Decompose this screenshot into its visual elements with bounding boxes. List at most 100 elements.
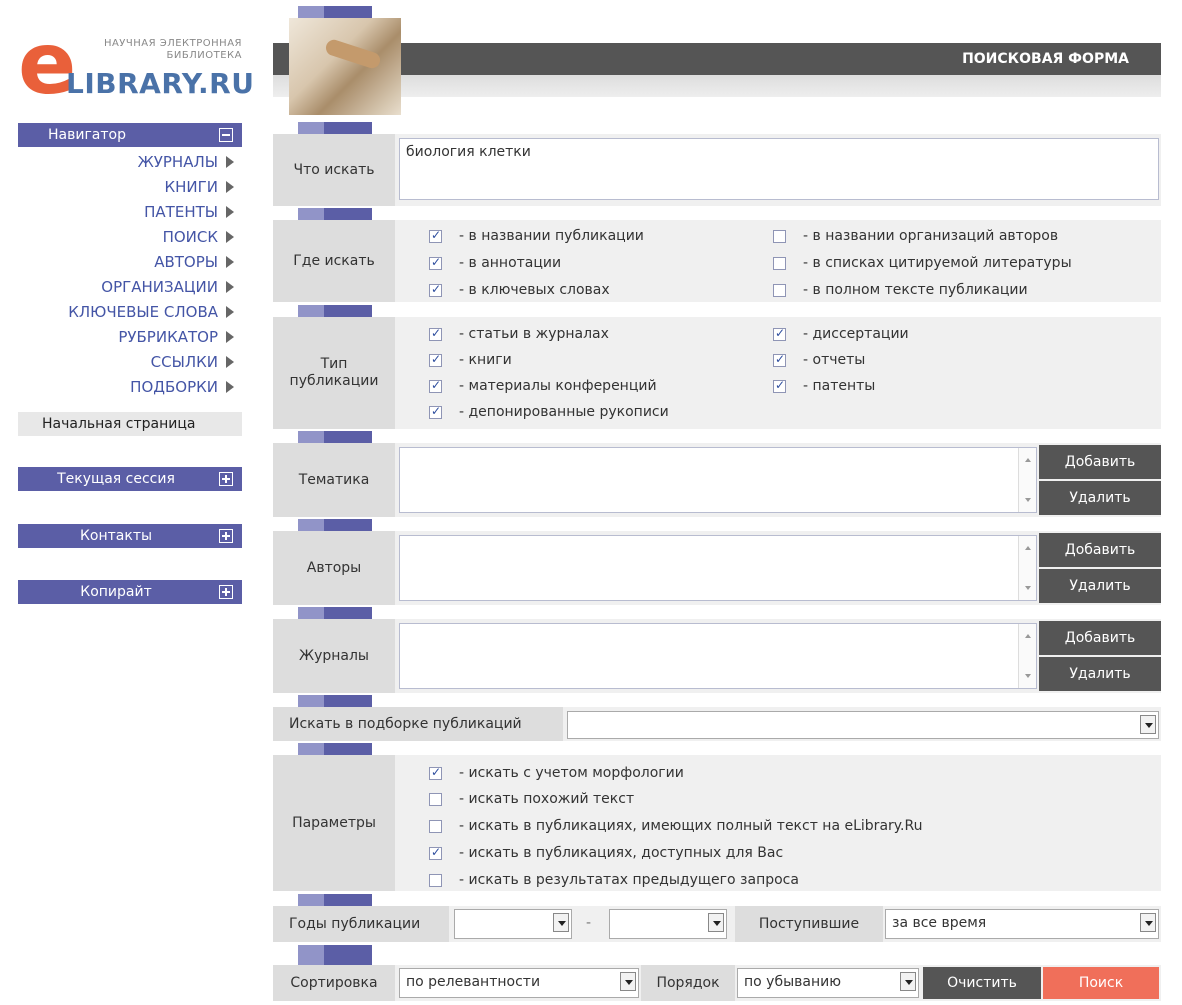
scroll-up-icon[interactable] bbox=[1025, 546, 1031, 550]
chevron-down-icon[interactable] bbox=[900, 972, 916, 991]
checkbox-label: - в названии публикации bbox=[459, 228, 644, 244]
checkbox-checked[interactable] bbox=[429, 282, 442, 297]
checkbox-checked[interactable] bbox=[429, 404, 442, 419]
order-label: Порядок bbox=[641, 965, 735, 1001]
where-abstract-checkbox[interactable]: - в аннотации bbox=[429, 255, 561, 271]
topic-add-button[interactable]: Добавить bbox=[1039, 445, 1161, 479]
scroll-down-icon[interactable] bbox=[1025, 586, 1031, 590]
journals-remove-button[interactable]: Удалить bbox=[1039, 657, 1161, 691]
clear-button[interactable]: Очистить bbox=[923, 967, 1041, 999]
sidebar-item-search[interactable]: ПОИСК bbox=[163, 227, 234, 247]
where-label: Где искать bbox=[273, 220, 395, 302]
sidebar-item-organizations[interactable]: ОРГАНИЗАЦИИ bbox=[101, 277, 234, 297]
year-from-select[interactable] bbox=[454, 909, 572, 939]
checkbox-checked[interactable] bbox=[773, 378, 786, 393]
expand-icon[interactable] bbox=[219, 472, 233, 486]
checkbox-checked[interactable] bbox=[429, 845, 442, 860]
where-title-checkbox[interactable]: - в названии публикации bbox=[429, 228, 644, 244]
checkbox-unchecked[interactable] bbox=[429, 873, 442, 887]
where-references-checkbox[interactable]: - в списках цитируемой литературы bbox=[773, 255, 1072, 271]
param-available-checkbox[interactable]: - искать в публикациях, доступных для Ва… bbox=[429, 845, 783, 861]
scrollbar[interactable] bbox=[1018, 448, 1036, 512]
param-morphology-checkbox[interactable]: - искать с учетом морфологии bbox=[429, 765, 684, 781]
sidebar-item-books[interactable]: КНИГИ bbox=[164, 177, 234, 197]
checkbox-unchecked[interactable] bbox=[429, 792, 442, 806]
type-books-checkbox[interactable]: - книги bbox=[429, 352, 512, 368]
sidebar-item-rubricator[interactable]: РУБРИКАТОР bbox=[118, 327, 234, 347]
current-session-header[interactable]: Текущая сессия bbox=[18, 467, 242, 491]
checkbox-unchecked[interactable] bbox=[429, 819, 442, 833]
chevron-down-icon[interactable] bbox=[553, 913, 569, 932]
type-patents-checkbox[interactable]: - патенты bbox=[773, 378, 875, 394]
scroll-down-icon[interactable] bbox=[1025, 498, 1031, 502]
topic-remove-button[interactable]: Удалить bbox=[1039, 481, 1161, 515]
topic-list[interactable] bbox=[399, 447, 1037, 513]
checkbox-unchecked[interactable] bbox=[773, 256, 786, 270]
query-textarea[interactable]: биология клетки bbox=[399, 138, 1159, 200]
checkbox-checked[interactable] bbox=[429, 228, 442, 243]
where-fulltext-checkbox[interactable]: - в полном тексте публикации bbox=[773, 282, 1028, 298]
scroll-down-icon[interactable] bbox=[1025, 674, 1031, 678]
type-label-line1: Тип bbox=[320, 356, 348, 372]
type-manuscripts-checkbox[interactable]: - депонированные рукописи bbox=[429, 404, 669, 420]
authors-add-button[interactable]: Добавить bbox=[1039, 533, 1161, 567]
sort-select[interactable]: по релевантности bbox=[399, 968, 639, 998]
sidebar-item-journals[interactable]: ЖУРНАЛЫ bbox=[138, 152, 234, 172]
chevron-down-icon[interactable] bbox=[620, 972, 636, 991]
current-session-label: Текущая сессия bbox=[57, 471, 175, 487]
sidebar-item-keywords[interactable]: КЛЮЧЕВЫЕ СЛОВА bbox=[68, 302, 234, 322]
where-orgs-checkbox[interactable]: - в названии организаций авторов bbox=[773, 228, 1058, 244]
topic-label: Тематика bbox=[273, 443, 395, 517]
chevron-down-icon[interactable] bbox=[708, 913, 724, 932]
arrow-right-icon bbox=[226, 356, 234, 368]
checkbox-checked[interactable] bbox=[429, 765, 442, 780]
navigator-header[interactable]: Навигатор bbox=[18, 123, 242, 147]
sidebar-item-label: КНИГИ bbox=[164, 178, 218, 196]
authors-list[interactable] bbox=[399, 535, 1037, 601]
chevron-down-icon[interactable] bbox=[1140, 715, 1156, 734]
collection-select[interactable] bbox=[567, 711, 1159, 739]
order-select[interactable]: по убыванию bbox=[737, 968, 919, 998]
navigator-label: Навигатор bbox=[48, 127, 126, 143]
sidebar-item-links[interactable]: ССЫЛКИ bbox=[151, 352, 234, 372]
sidebar-item-collections[interactable]: ПОДБОРКИ bbox=[130, 377, 234, 397]
authors-remove-button[interactable]: Удалить bbox=[1039, 569, 1161, 603]
home-page-link[interactable]: Начальная страница bbox=[18, 412, 242, 436]
type-articles-checkbox[interactable]: - статьи в журналах bbox=[429, 326, 609, 342]
where-keywords-checkbox[interactable]: - в ключевых словах bbox=[429, 282, 610, 298]
journals-add-button[interactable]: Добавить bbox=[1039, 621, 1161, 655]
copyright-header[interactable]: Копирайт bbox=[18, 580, 242, 604]
checkbox-unchecked[interactable] bbox=[773, 283, 786, 297]
collapse-icon[interactable] bbox=[219, 128, 233, 142]
param-similar-checkbox[interactable]: - искать похожий текст bbox=[429, 791, 634, 807]
checkbox-checked[interactable] bbox=[773, 326, 786, 341]
authors-label: Авторы bbox=[273, 531, 395, 605]
param-previous-checkbox[interactable]: - искать в результатах предыдущего запро… bbox=[429, 872, 799, 888]
checkbox-label: - книги bbox=[459, 352, 512, 368]
param-fulltext-checkbox[interactable]: - искать в публикациях, имеющих полный т… bbox=[429, 818, 922, 834]
checkbox-checked[interactable] bbox=[429, 255, 442, 270]
checkbox-checked[interactable] bbox=[429, 326, 442, 341]
journals-list[interactable] bbox=[399, 623, 1037, 689]
contacts-header[interactable]: Контакты bbox=[18, 524, 242, 548]
checkbox-checked[interactable] bbox=[773, 352, 786, 367]
scrollbar[interactable] bbox=[1018, 624, 1036, 688]
year-to-select[interactable] bbox=[609, 909, 727, 939]
chevron-down-icon[interactable] bbox=[1140, 913, 1156, 932]
sidebar-item-patents[interactable]: ПАТЕНТЫ bbox=[144, 202, 234, 222]
type-conferences-checkbox[interactable]: - материалы конференций bbox=[429, 378, 657, 394]
type-reports-checkbox[interactable]: - отчеты bbox=[773, 352, 865, 368]
scroll-up-icon[interactable] bbox=[1025, 634, 1031, 638]
expand-icon[interactable] bbox=[219, 585, 233, 599]
sidebar-item-authors[interactable]: АВТОРЫ bbox=[154, 252, 234, 272]
checkbox-label: - в ключевых словах bbox=[459, 282, 610, 298]
search-button[interactable]: Поиск bbox=[1043, 967, 1159, 999]
received-select[interactable]: за все время bbox=[885, 909, 1159, 939]
type-dissertations-checkbox[interactable]: - диссертации bbox=[773, 326, 909, 342]
scrollbar[interactable] bbox=[1018, 536, 1036, 600]
checkbox-unchecked[interactable] bbox=[773, 229, 786, 243]
checkbox-checked[interactable] bbox=[429, 378, 442, 393]
expand-icon[interactable] bbox=[219, 529, 233, 543]
checkbox-checked[interactable] bbox=[429, 352, 442, 367]
scroll-up-icon[interactable] bbox=[1025, 458, 1031, 462]
